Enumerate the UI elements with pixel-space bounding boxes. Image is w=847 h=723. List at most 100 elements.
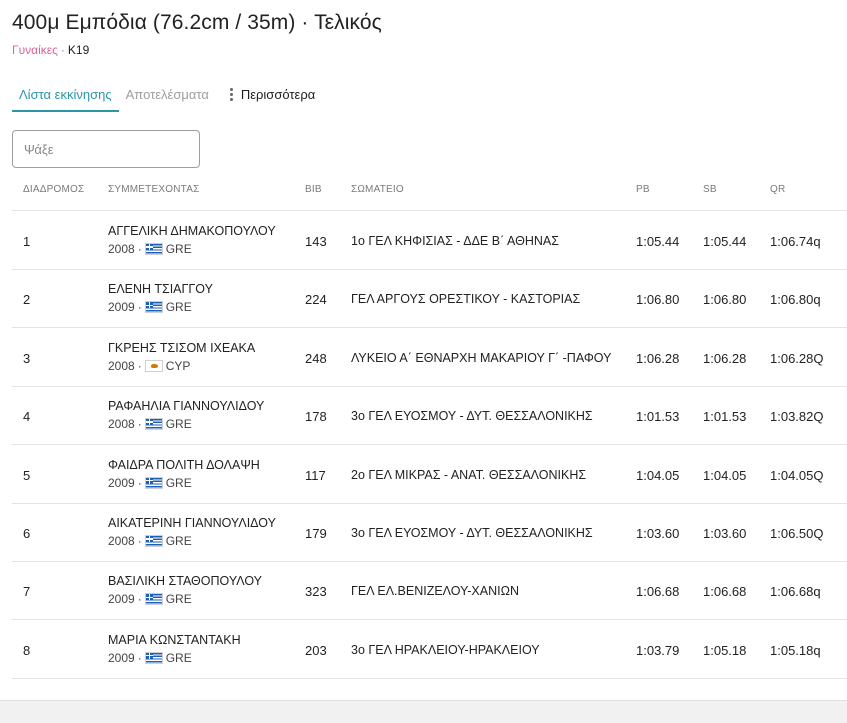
club-name: ΓΕΛ ΑΡΓΟΥΣ ΟΡΕΣΤΙΚΟΥ - ΚΑΣΤΟΡΙΑΣ [351, 292, 581, 307]
footer-bar [0, 700, 847, 723]
country-code: GRE [165, 592, 192, 607]
lane-number: 2 [23, 292, 31, 308]
qualifying-result: 1:06.28Q [770, 350, 824, 366]
meta-separator: · [137, 358, 142, 373]
country-code: GRE [165, 534, 192, 548]
gender-label[interactable]: Γυναίκες [12, 43, 58, 57]
tab-more[interactable]: Περισσότερα [216, 78, 322, 112]
table-row[interactable]: 2 ΕΛΕΝΗ ΤΣΙΑΓΓΟΥ 2009 · GRE 224 ΓΕΛ ΑΡΓΟΥΣ ΟΡΕ… [12, 270, 847, 329]
country-code: CYP [165, 358, 191, 373]
athlete-name[interactable]: ΑΙΚΑΤΕΡΙΝΗ ΓΙΑΝΝΟΥΛΙΔΟΥ [108, 516, 276, 530]
lane-number: 3 [23, 350, 31, 366]
lane-number: 8 [23, 642, 31, 658]
header-club[interactable]: ΣΩΜΑΤΕΙΟ [351, 184, 404, 195]
bib-number: 178 [305, 409, 327, 425]
greece-flag-icon [144, 243, 163, 255]
bib-number: 143 [305, 234, 327, 249]
table-row[interactable]: 7 ΒΑΣΙΛΙΚΗ ΣΤΑΘΟΠΟΥΛΟΥ 2009 · GRE 323 ΓΕΛ ΕΛ.Β… [12, 562, 847, 621]
personal-best: 1:03.60 [636, 526, 680, 541]
bib-number: 203 [305, 642, 327, 658]
page-title: 400μ Εμπόδια (76.2cm / 35m) · Τελικός [12, 11, 382, 34]
header-sb[interactable]: SB [703, 184, 717, 195]
greece-flag-icon [144, 593, 163, 606]
personal-best: 1:01.53 [636, 409, 680, 425]
season-best: 1:04.05 [703, 467, 747, 483]
greece-flag-icon [144, 301, 163, 314]
header-lane[interactable]: ΔΙΑΔΡΟΜΟΣ [23, 184, 84, 195]
personal-best: 1:06.68 [636, 584, 680, 600]
athlete-meta: 2008 · GRE [108, 534, 192, 548]
cyprus-flag-icon [144, 359, 163, 372]
lane-number: 5 [23, 467, 31, 483]
qualifying-result: 1:06.50Q [770, 526, 824, 541]
athlete-name[interactable]: ΡΑΦΑΗΛΙΑ ΓΙΑΝΝΟΥΛΙΔΟΥ [108, 399, 264, 413]
meta-separator: · [137, 417, 142, 432]
header-pb[interactable]: PB [636, 184, 650, 195]
greece-flag-icon [144, 535, 163, 547]
country-code: GRE [165, 300, 192, 315]
tab-more-label: Περισσότερα [240, 87, 316, 102]
country-code: GRE [165, 475, 192, 490]
header-qr[interactable]: QR [770, 184, 785, 195]
athlete-name[interactable]: ΒΑΣΙΛΙΚΗ ΣΤΑΘΟΠΟΥΛΟΥ [108, 574, 262, 588]
greece-flag-icon [144, 418, 163, 431]
birth-year: 2008 [108, 417, 135, 432]
lane-number: 1 [23, 234, 31, 249]
athlete-meta: 2008 · GRE [108, 242, 192, 256]
club-name: 3ο ΓΕΛ ΗΡΑΚΛΕΙΟΥ-ΗΡΑΚΛΕΙΟΥ [351, 642, 540, 657]
personal-best: 1:06.80 [636, 292, 680, 308]
season-best: 1:06.68 [703, 584, 747, 600]
personal-best: 1:06.28 [636, 350, 680, 366]
athlete-meta: 2009 · GRE [108, 300, 192, 314]
club-name: 3ο ΓΕΛ ΕΥΟΣΜΟΥ - ΔΥΤ. ΘΕΣΣΑΛΟΝΙΚΗΣ [351, 409, 593, 424]
qualifying-result: 1:06.74q [770, 234, 821, 249]
season-best: 1:05.44 [703, 234, 747, 249]
table-row[interactable]: 8 ΜΑΡΙΑ ΚΩΝΣΤΑΝΤΑΚΗ 2009 · GRE 203 3ο ΓΕΛ ΗΡΑΚ… [12, 621, 847, 679]
season-best: 1:06.28 [703, 350, 747, 366]
birth-year: 2009 [108, 650, 135, 665]
club-name: ΓΕΛ ΕΛ.ΒΕΝΙΖΕΛΟΥ-ΧΑΝΙΩΝ [351, 584, 519, 599]
table-row[interactable]: 6 ΑΙΚΑΤΕΡΙΝΗ ΓΙΑΝΝΟΥΛΙΔΟΥ 2008 · GRE 179 3ο ΓΕ… [12, 504, 847, 562]
club-name: 1ο ΓΕΛ ΚΗΦΙΣΙΑΣ - ΔΔΕ Β΄ ΑΘΗΝΑΣ [351, 234, 559, 248]
tab-results[interactable]: Αποτελέσματα [119, 78, 216, 112]
qualifying-result: 1:03.82Q [770, 409, 824, 425]
event-subtitle: Γυναίκες · K19 [12, 43, 89, 57]
table-row[interactable]: 4 ΡΑΦΑΗΛΙΑ ΓΙΑΝΝΟΥΛΙΔΟΥ 2008 · GRE 178 3ο ΓΕΛ … [12, 387, 847, 446]
season-best: 1:05.18 [703, 642, 747, 658]
meta-separator: · [137, 592, 142, 607]
header-bib[interactable]: BIB [305, 184, 322, 195]
table-row[interactable]: 1 ΑΓΓΕΛΙΚΗ ΔΗΜΑΚΟΠΟΥΛΟΥ 2008 · GRE 143 1ο ΓΕΛ … [12, 212, 847, 270]
greece-flag-icon [144, 651, 163, 664]
birth-year: 2009 [108, 475, 135, 490]
bib-number: 248 [305, 350, 327, 366]
search-input[interactable] [12, 130, 200, 168]
club-name: ΛΥΚΕΙΟ Α΄ ΕΘΝΑΡΧΗ ΜΑΚΑΡΙΟΥ Γ΄ -ΠΑΦΟΥ [351, 350, 612, 365]
table-row[interactable]: 5 ΦΑΙΔΡΑ ΠΟΛΙΤΗ ΔΟΛΑΨΗ 2009 · GRE 117 2ο ΓΕΛ Μ… [12, 446, 847, 504]
country-code: GRE [165, 650, 192, 665]
athlete-meta: 2008 · CYP [108, 359, 190, 373]
meta-separator: · [137, 475, 142, 490]
personal-best: 1:05.44 [636, 234, 680, 249]
athlete-meta: 2009 · GRE [108, 476, 192, 490]
athlete-name[interactable]: ΑΓΓΕΛΙΚΗ ΔΗΜΑΚΟΠΟΥΛΟΥ [108, 224, 276, 238]
qualifying-result: 1:06.80q [770, 292, 821, 308]
season-best: 1:01.53 [703, 409, 747, 425]
lane-number: 7 [23, 584, 31, 600]
category-label: K19 [67, 43, 90, 57]
bib-number: 117 [305, 467, 326, 483]
athlete-meta: 2009 · GRE [108, 592, 192, 606]
athlete-name[interactable]: ΕΛΕΝΗ ΤΣΙΑΓΓΟΥ [108, 282, 213, 296]
meta-separator: · [137, 300, 142, 315]
tab-start-list[interactable]: Λίστα εκκίνησης [12, 78, 119, 112]
athlete-name[interactable]: ΦΑΙΔΡΑ ΠΟΛΙΤΗ ΔΟΛΑΨΗ [108, 458, 260, 472]
birth-year: 2008 [108, 358, 135, 373]
meta-separator: · [137, 242, 142, 256]
birth-year: 2008 [108, 534, 135, 548]
athlete-name[interactable]: ΜΑΡΙΑ ΚΩΝΣΤΑΝΤΑΚΗ [108, 633, 241, 647]
athlete-name[interactable]: ΓΚΡΕΗΣ ΤΣΙΣΟΜ ΙΧΕΑΚΑ [108, 341, 255, 355]
season-best: 1:06.80 [703, 292, 747, 308]
header-athlete[interactable]: ΣΥΜΜΕΤΕΧΟΝΤΑΣ [108, 184, 199, 195]
more-vert-icon [229, 88, 233, 101]
table-row[interactable]: 3 ΓΚΡΕΗΣ ΤΣΙΣΟΜ ΙΧΕΑΚΑ 2008 · CYP 248 ΛΥΚΕΙΟ Α… [12, 329, 847, 387]
bib-number: 224 [305, 292, 327, 308]
